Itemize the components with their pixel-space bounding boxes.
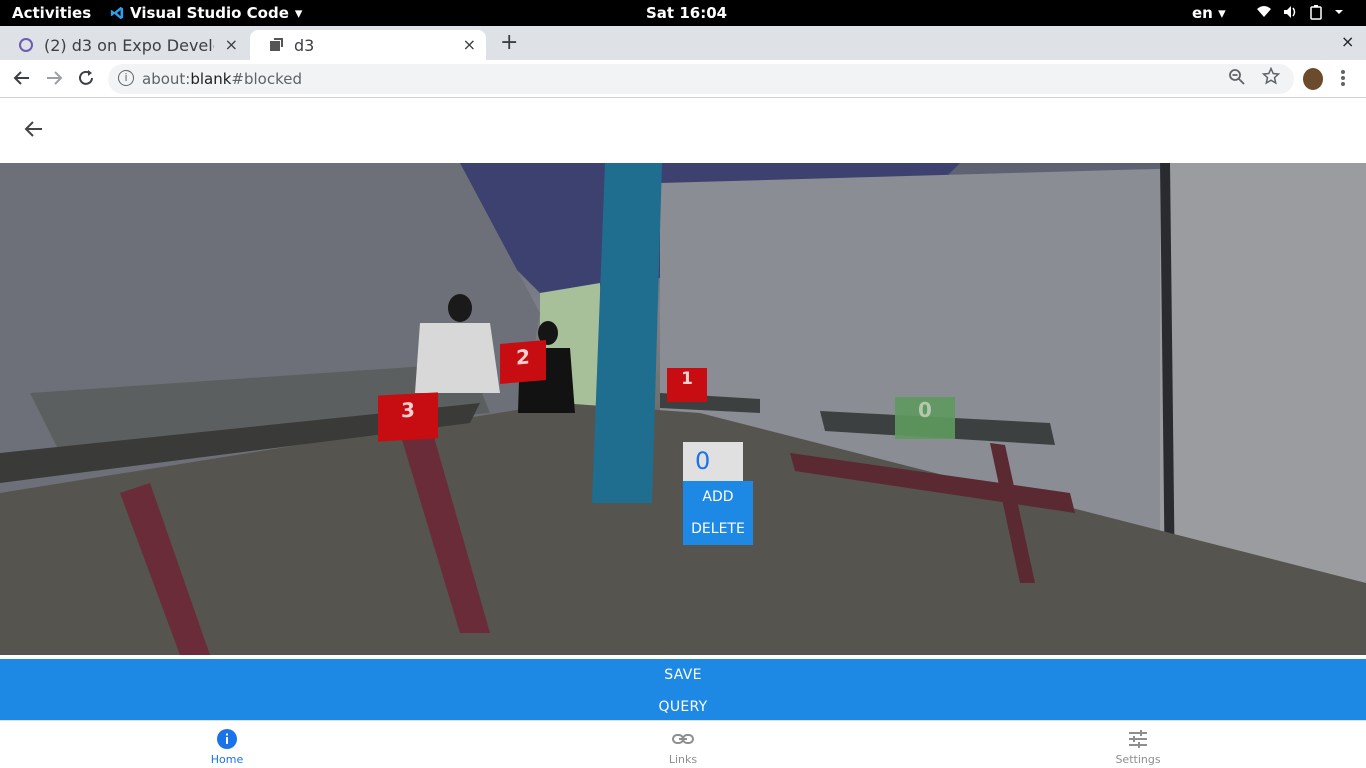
panorama-view[interactable]: 3 2 1 0 (0, 163, 1366, 655)
url-scheme: about: (142, 70, 191, 88)
system-menu[interactable] (1256, 4, 1344, 20)
bottom-navigation: Home Links Settings (0, 720, 1366, 768)
marker-id-field[interactable]: 0 (683, 442, 743, 481)
info-icon[interactable]: i (118, 70, 134, 86)
sliders-icon (1129, 730, 1147, 748)
battery-icon (1310, 5, 1322, 20)
marker-0[interactable]: 0 (895, 397, 955, 439)
volume-icon (1284, 6, 1296, 18)
close-tab-icon[interactable]: × (463, 35, 476, 54)
language-label: en (1192, 4, 1213, 22)
chevron-down-icon (1335, 10, 1343, 14)
tab-d3[interactable]: d3 × (250, 30, 486, 60)
clock[interactable]: Sat 16:04 (646, 4, 727, 22)
query-button[interactable]: QUERY (0, 689, 1366, 720)
marker-1[interactable]: 1 (667, 368, 707, 402)
chevron-down-icon: ▾ (1218, 4, 1226, 22)
d3-favicon-icon (270, 38, 283, 51)
app-name: Visual Studio Code (130, 4, 289, 22)
link-icon (672, 734, 694, 744)
marker-3[interactable]: 3 (378, 392, 438, 442)
url-fragment: #blocked (231, 70, 303, 88)
nav-label: Settings (1115, 753, 1161, 766)
tab-title: d3 (294, 35, 315, 55)
wifi-icon (1257, 6, 1271, 17)
new-tab-button[interactable]: + (500, 30, 518, 55)
delete-button[interactable]: DELETE (683, 513, 753, 545)
url-host: blank (190, 70, 232, 88)
marker-2[interactable]: 2 (500, 339, 546, 385)
vscode-icon (110, 6, 124, 20)
chevron-down-icon: ▾ (294, 4, 303, 22)
language-indicator[interactable]: en ▾ (1192, 4, 1226, 22)
app-header (0, 99, 1366, 163)
nav-item-links[interactable]: Links (623, 727, 743, 766)
browser-toolbar: i about:blank#blocked (0, 60, 1366, 98)
address-bar[interactable]: i about:blank#blocked (108, 64, 1294, 94)
activities-button[interactable]: Activities (12, 4, 91, 22)
save-button[interactable]: SAVE (0, 659, 1366, 691)
url-text: about:blank#blocked (142, 70, 302, 88)
back-arrow-icon[interactable] (22, 117, 46, 141)
more-vert-icon[interactable] (1340, 68, 1346, 88)
zoom-icon[interactable] (1228, 68, 1246, 86)
reload-icon[interactable] (76, 68, 96, 88)
forward-arrow-icon[interactable] (44, 68, 64, 88)
nav-label: Home (210, 753, 244, 766)
back-arrow-icon[interactable] (12, 68, 32, 88)
bookmark-star-icon[interactable] (1262, 67, 1280, 85)
window-close-button[interactable]: × (1341, 32, 1354, 51)
tab-title: (2) d3 on Expo Develop (44, 35, 214, 55)
expo-favicon-icon (19, 38, 33, 52)
profile-avatar[interactable] (1303, 68, 1323, 90)
info-icon (217, 729, 237, 749)
app-menu[interactable]: Visual Studio Code ▾ (110, 4, 302, 22)
tab-expo-developer[interactable]: (2) d3 on Expo Develop × (0, 30, 248, 60)
panorama-image (0, 163, 1366, 655)
tab-strip: (2) d3 on Expo Develop × d3 × + × (0, 26, 1366, 60)
close-tab-icon[interactable]: × (225, 35, 238, 54)
os-top-bar: Activities Visual Studio Code ▾ Sat 16:0… (0, 0, 1366, 26)
nav-item-settings[interactable]: Settings (1078, 727, 1198, 766)
add-button[interactable]: ADD (683, 481, 753, 513)
nav-label: Links (668, 753, 698, 766)
nav-item-home[interactable]: Home (167, 727, 287, 766)
